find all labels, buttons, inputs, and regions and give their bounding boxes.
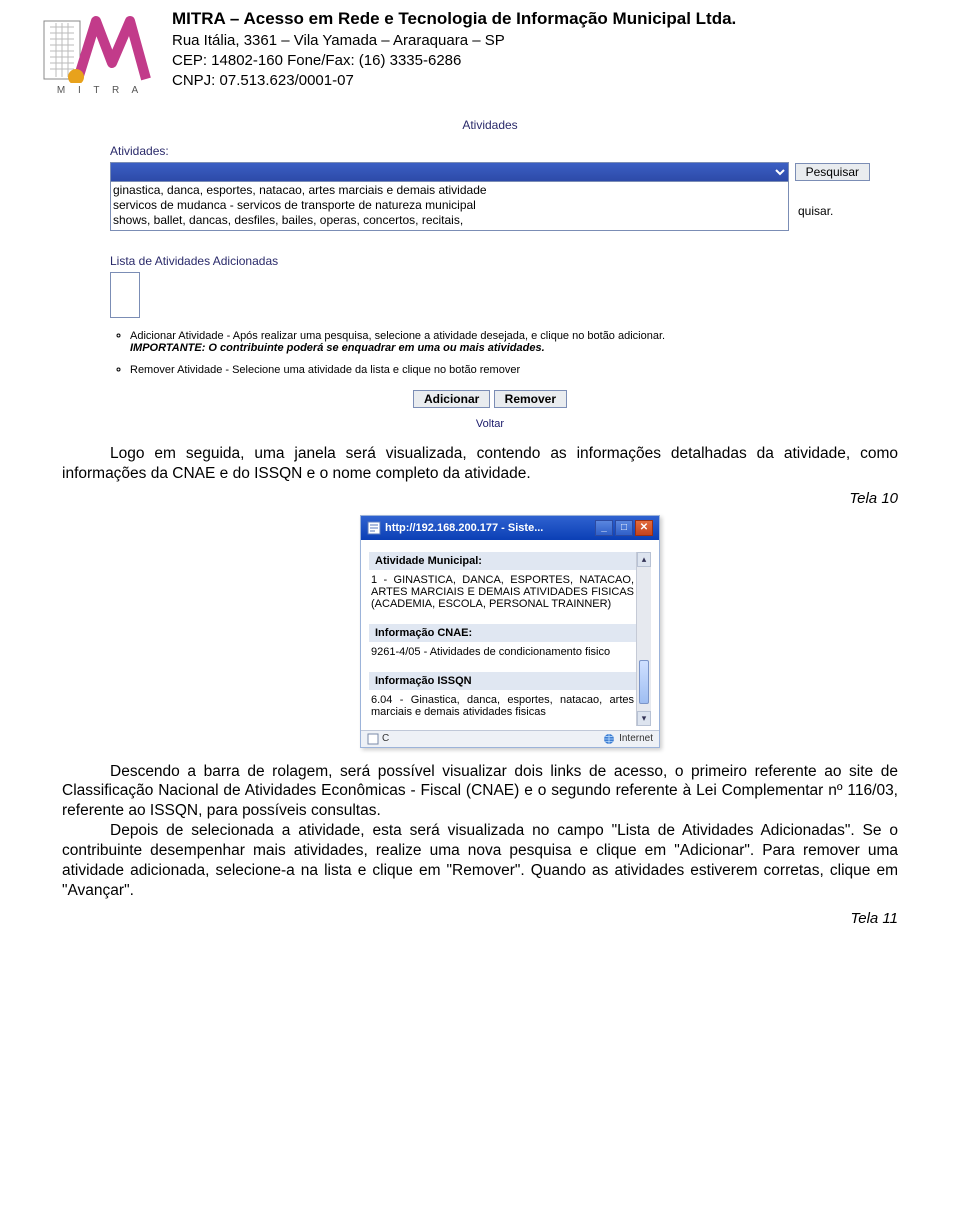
remove-button[interactable]: Remover [494, 390, 567, 408]
instruction-important: IMPORTANTE: O contribuinte poderá se enq… [130, 342, 545, 354]
company-logo: M I T R A [40, 8, 160, 100]
figure-label-10: Tela 10 [62, 490, 898, 507]
instructions-list: Adicionar Atividade - Após realizar uma … [130, 330, 850, 376]
added-activities-label: Lista de Atividades Adicionadas [110, 254, 870, 268]
minimize-icon[interactable]: _ [595, 520, 613, 536]
cnae-text: 9261-4/05 - Atividades de condicionament… [371, 646, 610, 658]
ie-page-icon [367, 521, 381, 535]
letterhead-text: MITRA – Acesso em Rede e Tecnologia de I… [172, 8, 736, 100]
logo-letters: M I T R A [57, 85, 143, 96]
popup-url-title: http://192.168.200.177 - Siste... [385, 522, 543, 534]
section-head-activity: Atividade Municipal: [369, 552, 636, 570]
truncated-word: quisar. [798, 182, 870, 218]
status-left: C [382, 733, 389, 744]
instruction-add-text: Adicionar Atividade - Após realizar uma … [130, 330, 665, 342]
letterhead: M I T R A MITRA – Acesso em Rede e Tecno… [40, 8, 920, 100]
status-right: Internet [619, 733, 653, 744]
instruction-remove: Remover Atividade - Selecione uma ativid… [130, 364, 850, 376]
activity-details-popup: http://192.168.200.177 - Siste... _ □ ✕ … [360, 515, 660, 748]
body-paragraph-2b: Depois de selecionada a atividade, esta … [62, 821, 898, 900]
activities-form-screenshot: Atividades Atividades: ginastica, danca,… [110, 118, 870, 430]
form-title: Atividades [110, 118, 870, 132]
close-icon[interactable]: ✕ [635, 520, 653, 536]
popup-titlebar[interactable]: http://192.168.200.177 - Siste... _ □ ✕ [361, 516, 659, 540]
list-item[interactable]: ginastica, danca, esportes, natacao, art… [113, 183, 786, 198]
added-activities-listbox[interactable] [110, 272, 140, 318]
scroll-up-icon[interactable]: ▴ [637, 552, 651, 567]
list-item[interactable]: shows, ballet, dancas, desfiles, bailes,… [113, 213, 786, 228]
list-item[interactable]: servicos de mudanca - servicos de transp… [113, 198, 786, 213]
search-button[interactable]: Pesquisar [795, 163, 870, 181]
body-paragraph-2: Descendo a barra de rolagem, será possív… [62, 762, 898, 901]
maximize-icon[interactable]: □ [615, 520, 633, 536]
scroll-down-icon[interactable]: ▾ [637, 711, 651, 726]
internet-zone-icon [603, 733, 615, 745]
vertical-scrollbar[interactable]: ▴ ▾ [636, 552, 651, 726]
company-cep-phone: CEP: 14802-160 Fone/Fax: (16) 3335-6286 [172, 51, 736, 71]
instruction-add: Adicionar Atividade - Após realizar uma … [130, 330, 850, 354]
back-link[interactable]: Voltar [110, 418, 870, 430]
body-paragraph-1: Logo em seguida, uma janela será visuali… [62, 444, 898, 484]
page-status-icon [367, 733, 379, 745]
body-paragraph-2a: Descendo a barra de rolagem, será possív… [62, 762, 898, 821]
section-head-cnae: Informação CNAE: [369, 624, 636, 642]
activities-dropdown-list[interactable]: ginastica, danca, esportes, natacao, art… [110, 182, 789, 231]
figure-label-11: Tela 11 [62, 910, 898, 927]
popup-statusbar: C Internet [361, 730, 659, 747]
mitra-logo-icon [40, 13, 160, 83]
section-head-issqn: Informação ISSQN [369, 672, 636, 690]
company-address: Rua Itália, 3361 – Vila Yamada – Araraqu… [172, 31, 736, 51]
company-name: MITRA – Acesso em Rede e Tecnologia de I… [172, 8, 736, 31]
activity-text: 1 - GINASTICA, DANCA, ESPORTES, NATACAO,… [369, 570, 636, 618]
add-button[interactable]: Adicionar [413, 390, 490, 408]
scroll-thumb[interactable] [639, 660, 649, 704]
company-cnpj: CNPJ: 07.513.623/0001-07 [172, 71, 736, 91]
activities-label: Atividades: [110, 144, 870, 158]
issqn-text: 6.04 - Ginastica, danca, esportes, natac… [369, 690, 636, 726]
activities-select[interactable] [110, 162, 789, 182]
